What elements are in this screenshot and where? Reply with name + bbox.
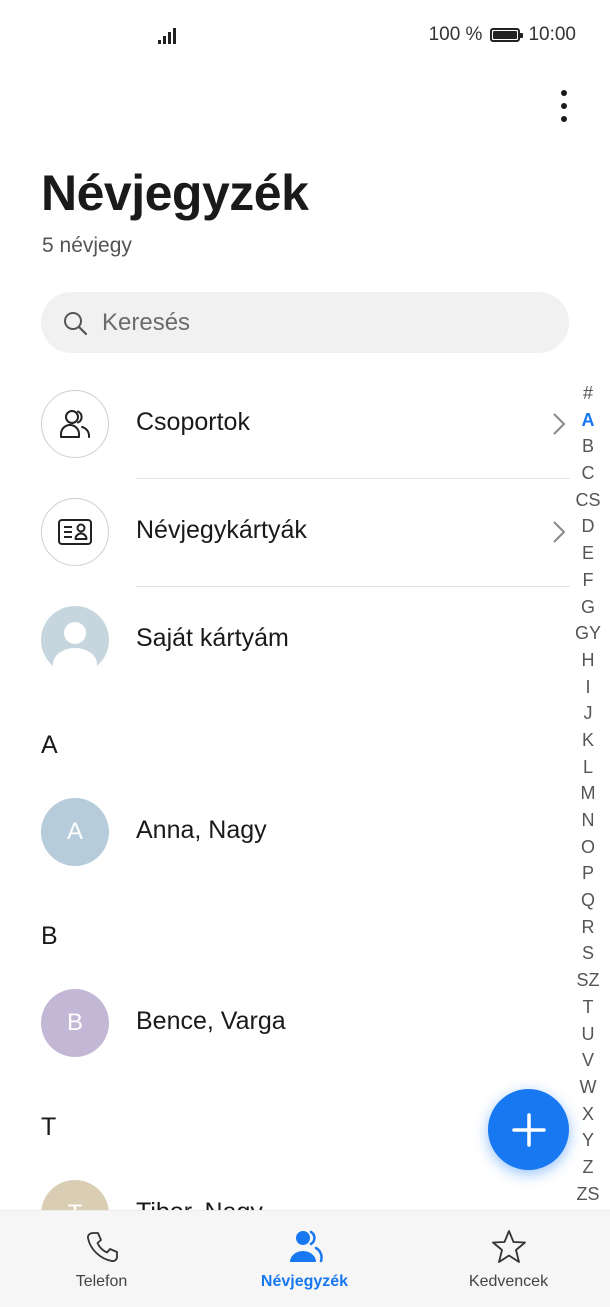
alphabet-index[interactable]: # A B C CS D E F G GY H I J K L M N O P Q R S SZ T U V W X Y Z ZS xyxy=(574,380,602,1207)
avatar-initial: B xyxy=(66,1009,83,1036)
bottom-navigation: Telefon Névjegyzék Kedvencek xyxy=(0,1210,610,1307)
more-dot-icon xyxy=(561,103,567,109)
index-letter[interactable]: Q xyxy=(574,887,602,914)
contact-name: Bence, Varga xyxy=(136,1007,286,1035)
status-bar: 100 % 10:00 xyxy=(0,0,610,70)
contact-count: 5 névjegy xyxy=(42,234,132,257)
avatar: B xyxy=(41,989,109,1057)
contacts-icon xyxy=(289,1230,323,1263)
index-letter[interactable]: GY xyxy=(574,620,602,647)
index-letter[interactable]: ZS xyxy=(574,1181,602,1208)
star-icon xyxy=(491,1230,526,1263)
divider xyxy=(136,586,570,587)
tab-phone[interactable]: Telefon xyxy=(0,1211,203,1307)
signal-icon xyxy=(158,28,176,44)
battery-percent: 100 % xyxy=(428,24,483,45)
index-letter[interactable]: W xyxy=(574,1074,602,1101)
business-card-icon xyxy=(58,519,92,545)
index-letter[interactable]: X xyxy=(574,1101,602,1128)
index-letter[interactable]: T xyxy=(574,994,602,1021)
index-letter[interactable]: F xyxy=(574,567,602,594)
index-letter[interactable]: # xyxy=(574,380,602,407)
index-letter[interactable]: R xyxy=(574,914,602,941)
my-card-label: Saját kártyám xyxy=(136,624,289,652)
index-letter[interactable]: I xyxy=(574,674,602,701)
index-letter[interactable]: L xyxy=(574,754,602,781)
contact-row[interactable]: B Bence, Varga xyxy=(0,973,570,1081)
index-letter[interactable]: Z xyxy=(574,1154,602,1181)
index-letter[interactable]: E xyxy=(574,540,602,567)
section-header-t: T xyxy=(41,1113,57,1141)
index-letter[interactable]: Y xyxy=(574,1127,602,1154)
index-letter[interactable]: U xyxy=(574,1021,602,1048)
index-letter[interactable]: SZ xyxy=(574,967,602,994)
search-icon xyxy=(64,311,88,335)
index-letter[interactable]: D xyxy=(574,513,602,540)
battery-icon xyxy=(490,28,524,42)
groups-row[interactable]: Csoportok xyxy=(0,374,570,482)
avatar-initial: A xyxy=(66,818,83,845)
groups-label: Csoportok xyxy=(136,408,250,436)
index-letter[interactable]: B xyxy=(574,433,602,460)
tab-phone-label: Telefon xyxy=(75,1273,128,1290)
business-card-icon-circle xyxy=(41,498,109,566)
person-silhouette-icon xyxy=(53,622,97,674)
chevron-right-icon xyxy=(553,521,566,543)
profile-placeholder-icon xyxy=(41,606,109,674)
plus-icon xyxy=(511,1112,546,1147)
tab-favorites-label: Kedvencek xyxy=(468,1273,549,1290)
divider xyxy=(136,478,570,479)
index-letter[interactable]: V xyxy=(574,1047,602,1074)
tab-contacts[interactable]: Névjegyzék xyxy=(203,1211,406,1307)
contact-name: Anna, Nagy xyxy=(136,816,267,844)
index-letter[interactable]: J xyxy=(574,700,602,727)
more-options-button[interactable] xyxy=(556,86,572,126)
avatar: A xyxy=(41,798,109,866)
index-letter[interactable]: A xyxy=(574,407,602,434)
chevron-right-icon xyxy=(553,413,566,435)
index-letter[interactable]: G xyxy=(574,594,602,621)
section-header-b: B xyxy=(41,922,58,950)
more-dot-icon xyxy=(561,116,567,122)
index-letter[interactable]: H xyxy=(574,647,602,674)
index-letter[interactable]: O xyxy=(574,834,602,861)
status-right: 100 % 10:00 xyxy=(429,24,576,46)
business-cards-row[interactable]: Névjegykártyák xyxy=(0,482,570,590)
index-letter[interactable]: S xyxy=(574,940,602,967)
page-title: Névjegyzék xyxy=(41,165,309,221)
tab-favorites[interactable]: Kedvencek xyxy=(407,1211,610,1307)
search-input[interactable]: Keresés xyxy=(41,292,569,353)
my-card-row[interactable]: Saját kártyám xyxy=(0,590,570,698)
group-icon-circle xyxy=(41,390,109,458)
index-letter[interactable]: M xyxy=(574,780,602,807)
contact-row[interactable]: A Anna, Nagy xyxy=(0,782,570,890)
phone-icon xyxy=(86,1232,118,1262)
search-placeholder: Keresés xyxy=(102,308,191,336)
add-contact-button[interactable] xyxy=(488,1089,569,1170)
index-letter[interactable]: CS xyxy=(574,487,602,514)
tab-contacts-label: Névjegyzék xyxy=(260,1273,349,1290)
business-cards-label: Névjegykártyák xyxy=(136,516,307,544)
index-letter[interactable]: P xyxy=(574,860,602,887)
section-header-a: A xyxy=(41,731,58,759)
clock: 10:00 xyxy=(528,24,576,45)
more-dot-icon xyxy=(561,90,567,96)
group-icon xyxy=(60,410,90,438)
index-letter[interactable]: C xyxy=(574,460,602,487)
index-letter[interactable]: N xyxy=(574,807,602,834)
index-letter[interactable]: K xyxy=(574,727,602,754)
